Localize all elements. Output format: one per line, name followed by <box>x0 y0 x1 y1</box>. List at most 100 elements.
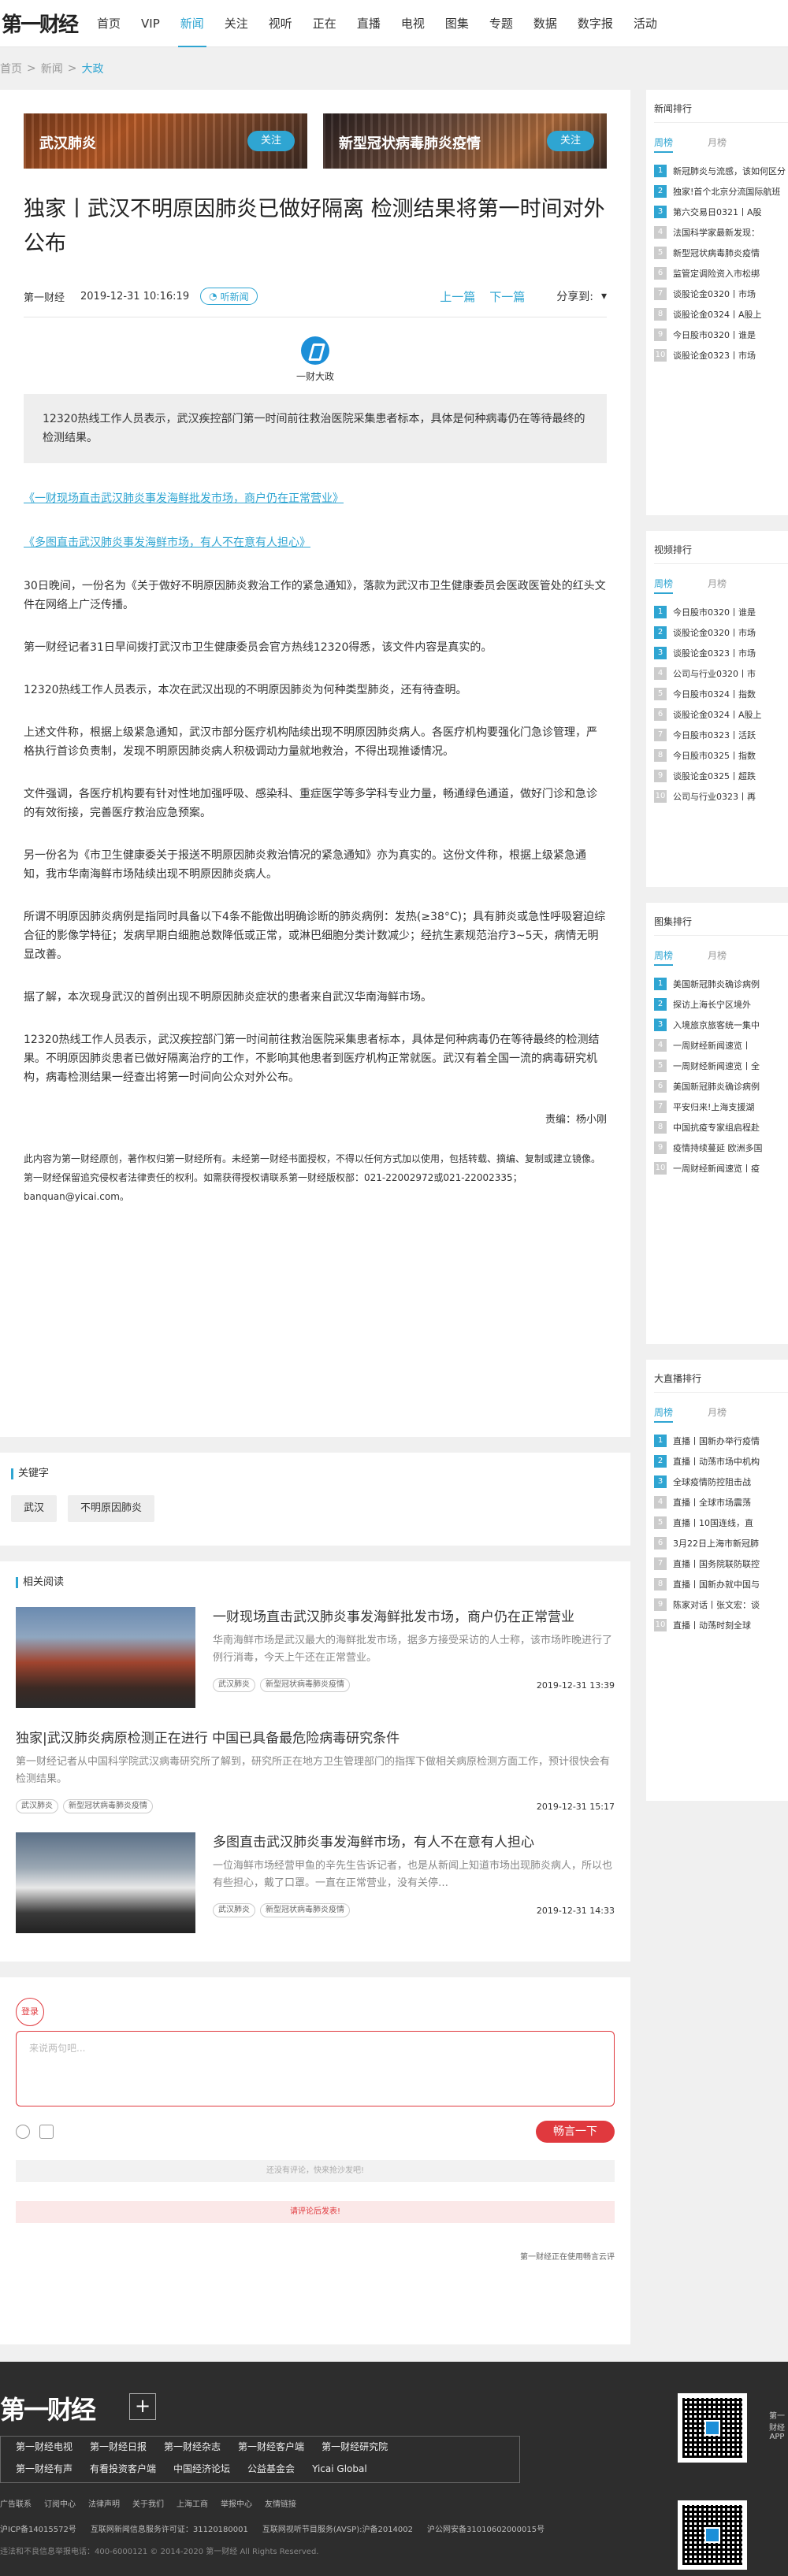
ranking-item[interactable]: 9 今日股市0320丨谁是 <box>654 325 788 345</box>
ranking-item[interactable]: 2 谈股论金0320丨市场 <box>654 622 788 643</box>
nav-item[interactable]: 直播 <box>347 0 391 47</box>
follow-button[interactable]: 关注 <box>247 131 295 151</box>
yicai-logo[interactable]: 第一财经 <box>0 0 87 47</box>
ranking-item[interactable]: 9 谈股论金0325丨超跌 <box>654 766 788 786</box>
ranking-item-title[interactable]: 谈股论金0324丨A股上 <box>673 708 762 721</box>
nav-item[interactable]: 视听 <box>258 0 303 47</box>
tab-weekly[interactable]: 周榜 <box>654 1405 674 1423</box>
ranking-item-title[interactable]: 直播丨动荡市场中机构 <box>673 1455 760 1468</box>
ranking-item[interactable]: 5 直播丨10国连线，直 <box>654 1513 788 1533</box>
ranking-item[interactable]: 9 疫情持续蔓延 欧洲多国 <box>654 1138 788 1158</box>
ranking-item-title[interactable]: 谈股论金0320丨市场 <box>673 288 756 300</box>
image-upload-icon[interactable] <box>39 2125 54 2139</box>
footer-link[interactable]: 公益基金会 <box>247 2458 295 2480</box>
footer-link[interactable]: 第一财经电视 <box>16 2436 72 2458</box>
tab-weekly[interactable]: 周榜 <box>654 577 674 594</box>
ranking-item[interactable]: 3 谈股论金0323丨市场 <box>654 643 788 663</box>
related-article-tag[interactable]: 武汉肺炎 <box>213 1678 255 1692</box>
footer-link[interactable]: 第一财经有声 <box>16 2458 72 2480</box>
ranking-item-title[interactable]: 疫情持续蔓延 欧洲多国 <box>673 1141 763 1154</box>
ranking-item[interactable]: 10 谈股论金0323丨市场 <box>654 345 788 366</box>
ranking-item[interactable]: 7 今日股市0323丨活跃 <box>654 725 788 745</box>
ranking-item[interactable]: 2 探访上海长宁区境外 <box>654 994 788 1015</box>
keyword-tag[interactable]: 武汉 <box>11 1495 58 1522</box>
footer-license-item[interactable]: 互联网视听节目服务(AVSP):沪备2014002 <box>262 2522 413 2534</box>
ranking-item[interactable]: 4 直播丨全球市场震荡 <box>654 1492 788 1513</box>
ranking-item[interactable]: 5 一周财经新闻速览丨全 <box>654 1056 788 1076</box>
related-article-headline[interactable]: 多图直击武汉肺炎事发海鲜市场，有人不在意有人担心 <box>213 1832 615 1853</box>
ranking-item-title[interactable]: 谈股论金0320丨市场 <box>673 626 756 639</box>
ranking-item-title[interactable]: 公司与行业0323丨再 <box>673 790 756 803</box>
ranking-item-title[interactable]: 直播丨国新办举行疫情 <box>673 1435 760 1447</box>
nav-item[interactable]: 电视 <box>391 0 435 47</box>
ranking-item-title[interactable]: 一周财经新闻速览丨疫 <box>673 1162 760 1175</box>
topic-banner-wuhan-pneumonia[interactable]: 武汉肺炎 关注 <box>24 113 307 169</box>
footer-legal-link[interactable]: 上海工商 <box>177 2497 208 2509</box>
ranking-item-title[interactable]: 法国科学家最新发现： <box>673 226 760 239</box>
ranking-item-title[interactable]: 美国新冠肺炎确诊病例 <box>673 978 760 990</box>
ranking-item-title[interactable]: 美国新冠肺炎确诊病例 <box>673 1080 760 1093</box>
nav-item[interactable]: 数字报 <box>567 0 623 47</box>
inline-related-link[interactable]: 《多图直击武汉肺炎事发海鲜市场，有人不在意有人担心》 <box>24 534 607 550</box>
ranking-item[interactable]: 1 美国新冠肺炎确诊病例 <box>654 974 788 994</box>
keyword-tag[interactable]: 不明原因肺炎 <box>68 1495 155 1522</box>
ranking-item[interactable]: 4 一周财经新闻速览丨 <box>654 1035 788 1056</box>
breadcrumb-current[interactable]: 大政 <box>81 61 103 76</box>
related-article-tag[interactable]: 新型冠状病毒肺炎疫情 <box>260 1903 350 1917</box>
listen-news-button[interactable]: ◔ 听新闻 <box>200 288 258 305</box>
tab-weekly[interactable]: 周榜 <box>654 948 674 966</box>
ranking-item[interactable]: 5 今日股市0324丨指数 <box>654 684 788 704</box>
tab-monthly[interactable]: 月榜 <box>708 1405 727 1423</box>
ranking-item[interactable]: 2 独家!首个北京分流国际航班 <box>654 181 788 202</box>
ranking-item[interactable]: 2 直播丨动荡市场中机构 <box>654 1451 788 1472</box>
ranking-item[interactable]: 7 直播丨国务院联防联控 <box>654 1553 788 1574</box>
ranking-item-title[interactable]: 陈家对话丨张文宏：谈 <box>673 1598 760 1611</box>
ranking-item[interactable]: 1 新冠肺炎与流感，该如何区分 <box>654 161 788 181</box>
footer-link[interactable]: 有看投资客户端 <box>90 2458 156 2480</box>
related-article-thumbnail[interactable] <box>16 1832 195 1933</box>
breadcrumb-news[interactable]: 新闻 <box>41 61 63 76</box>
ranking-item-title[interactable]: 3月22日上海市新冠肺 <box>673 1537 759 1550</box>
related-article-tag[interactable]: 新型冠状病毒肺炎疫情 <box>260 1678 350 1692</box>
ranking-item[interactable]: 3 入境旅京旅客统一集中 <box>654 1015 788 1035</box>
ranking-item[interactable]: 6 监管定调险资入市松绑 <box>654 263 788 284</box>
footer-link[interactable]: 第一财经客户端 <box>238 2436 304 2458</box>
footer-link[interactable]: 第一财经研究院 <box>322 2436 388 2458</box>
ranking-item[interactable]: 4 公司与行业0320丨市 <box>654 663 788 684</box>
ranking-item[interactable]: 8 今日股市0325丨指数 <box>654 745 788 766</box>
ranking-item[interactable]: 8 谈股论金0324丨A股上 <box>654 304 788 325</box>
nav-item[interactable]: 正在 <box>303 0 347 47</box>
ranking-item-title[interactable]: 今日股市0320丨谁是 <box>673 606 756 618</box>
ranking-item[interactable]: 6 3月22日上海市新冠肺 <box>654 1533 788 1553</box>
ranking-item-title[interactable]: 新冠肺炎与流感，该如何区分 <box>673 165 786 177</box>
footer-license-item[interactable]: 沪ICP备14015572号 <box>0 2522 76 2534</box>
breadcrumb-home[interactable]: 首页 <box>0 61 22 76</box>
ranking-item[interactable]: 3 全球疫情防控阻击战 <box>654 1472 788 1492</box>
expand-plus-icon[interactable]: + <box>129 2393 156 2420</box>
footer-license-item[interactable]: 沪公网安备31010602000015号 <box>427 2522 545 2534</box>
inline-related-link[interactable]: 《一财现场直击武汉肺炎事发海鲜批发市场，商户仍在正常营业》 <box>24 490 607 506</box>
tab-monthly[interactable]: 月榜 <box>708 948 727 966</box>
related-article[interactable]: 一财现场直击武汉肺炎事发海鲜批发市场，商户仍在正常营业 华南海鲜市场是武汉最大的… <box>16 1607 615 1708</box>
ranking-item[interactable]: 8 中国抗疫专家组启程赴 <box>654 1117 788 1138</box>
ranking-item-title[interactable]: 全球疫情防控阻击战 <box>673 1475 751 1488</box>
footer-logo[interactable]: 第一财经 <box>0 2390 96 2426</box>
ranking-item-title[interactable]: 谈股论金0323丨市场 <box>673 349 756 362</box>
ranking-item-title[interactable]: 今日股市0323丨活跃 <box>673 729 756 741</box>
footer-license-item[interactable]: 互联网新闻信息服务许可证：31120180001 <box>91 2522 248 2534</box>
ranking-item-title[interactable]: 直播丨10国连线，直 <box>673 1516 753 1529</box>
related-article-headline[interactable]: 独家|武汉肺炎病原检测正在进行 中国已具备最危险病毒研究条件 <box>16 1728 615 1749</box>
ranking-item-title[interactable]: 直播丨国新办就中国与 <box>673 1578 760 1591</box>
login-button[interactable]: 登录 <box>16 1998 44 2026</box>
footer-legal-link[interactable]: 订阅中心 <box>44 2497 76 2509</box>
column-badge[interactable]: 一财大政 <box>24 336 607 383</box>
ranking-item[interactable]: 10 公司与行业0323丨再 <box>654 786 788 807</box>
footer-legal-link[interactable]: 关于我们 <box>132 2497 164 2509</box>
ranking-item-title[interactable]: 谈股论金0324丨A股上 <box>673 308 762 321</box>
follow-button[interactable]: 关注 <box>547 131 594 151</box>
ranking-item[interactable]: 3 第六交易日0321丨A股 <box>654 202 788 222</box>
ranking-item-title[interactable]: 独家!首个北京分流国际航班 <box>673 185 780 198</box>
footer-link[interactable]: 中国经济论坛 <box>173 2458 230 2480</box>
ranking-item-title[interactable]: 谈股论金0325丨超跌 <box>673 770 756 782</box>
footer-link[interactable]: Yicai Global <box>312 2458 367 2480</box>
